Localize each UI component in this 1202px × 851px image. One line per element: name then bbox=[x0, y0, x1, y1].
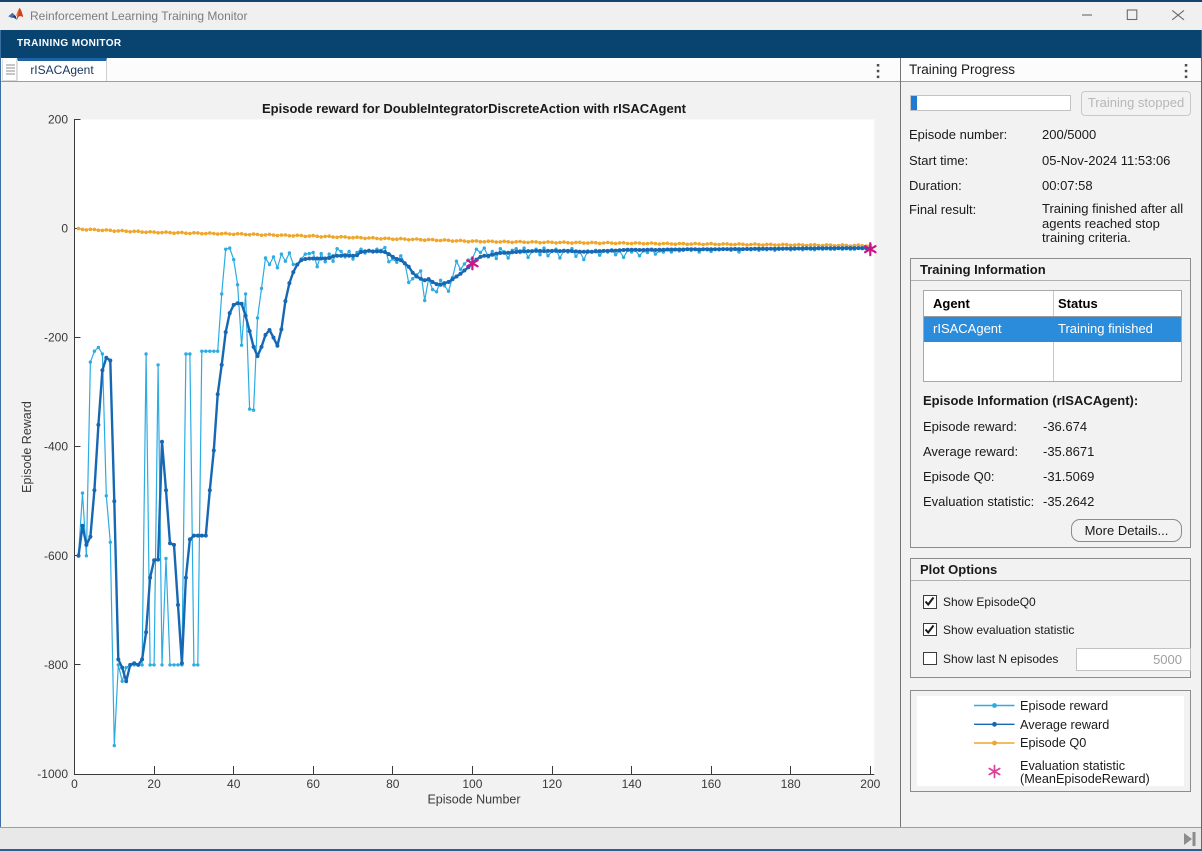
svg-text:80: 80 bbox=[386, 777, 400, 791]
svg-text:0: 0 bbox=[61, 222, 68, 236]
svg-text:40: 40 bbox=[227, 777, 241, 791]
svg-text:60: 60 bbox=[307, 777, 321, 791]
svg-text:200: 200 bbox=[48, 112, 68, 126]
svg-text:-800: -800 bbox=[44, 658, 68, 672]
svg-text:-600: -600 bbox=[44, 549, 68, 563]
svg-text:-1000: -1000 bbox=[37, 767, 68, 781]
svg-text:Episode reward for DoubleInteg: Episode reward for DoubleIntegratorDiscr… bbox=[262, 101, 687, 116]
svg-text:Episode Reward: Episode Reward bbox=[20, 401, 34, 493]
svg-text:-200: -200 bbox=[44, 331, 68, 345]
svg-text:20: 20 bbox=[147, 777, 161, 791]
svg-text:180: 180 bbox=[781, 777, 801, 791]
svg-text:120: 120 bbox=[542, 777, 562, 791]
svg-text:100: 100 bbox=[462, 777, 482, 791]
svg-text:0: 0 bbox=[71, 777, 78, 791]
svg-text:-400: -400 bbox=[44, 440, 68, 454]
svg-text:200: 200 bbox=[860, 777, 880, 791]
svg-text:160: 160 bbox=[701, 777, 721, 791]
svg-text:Episode Number: Episode Number bbox=[427, 793, 520, 807]
svg-text:140: 140 bbox=[622, 777, 642, 791]
